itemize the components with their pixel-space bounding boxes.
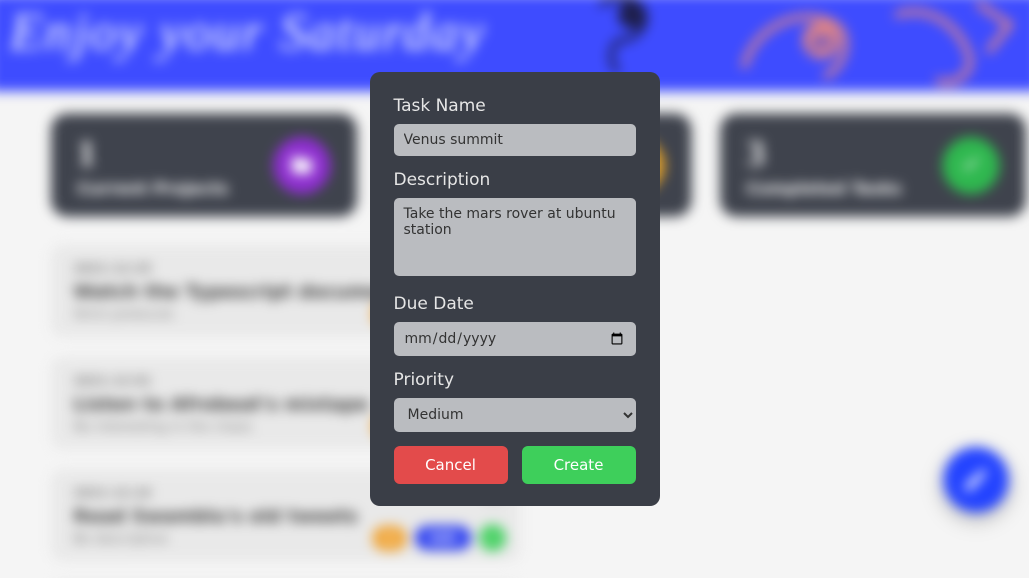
new-task-modal: Task Name Description Take the mars rove… [370, 72, 660, 506]
due-date-label: Due Date [394, 294, 636, 314]
due-date-input[interactable] [394, 322, 636, 356]
description-label: Description [394, 170, 636, 190]
cancel-button[interactable]: Cancel [394, 446, 508, 484]
description-input[interactable]: Take the mars rover at ubuntu station [394, 198, 636, 276]
priority-select[interactable]: Low Medium High [394, 398, 636, 432]
create-button[interactable]: Create [522, 446, 636, 484]
priority-label: Priority [394, 370, 636, 390]
task-name-label: Task Name [394, 96, 636, 116]
task-name-input[interactable] [394, 124, 636, 156]
modal-backdrop[interactable]: Task Name Description Take the mars rove… [0, 0, 1029, 578]
